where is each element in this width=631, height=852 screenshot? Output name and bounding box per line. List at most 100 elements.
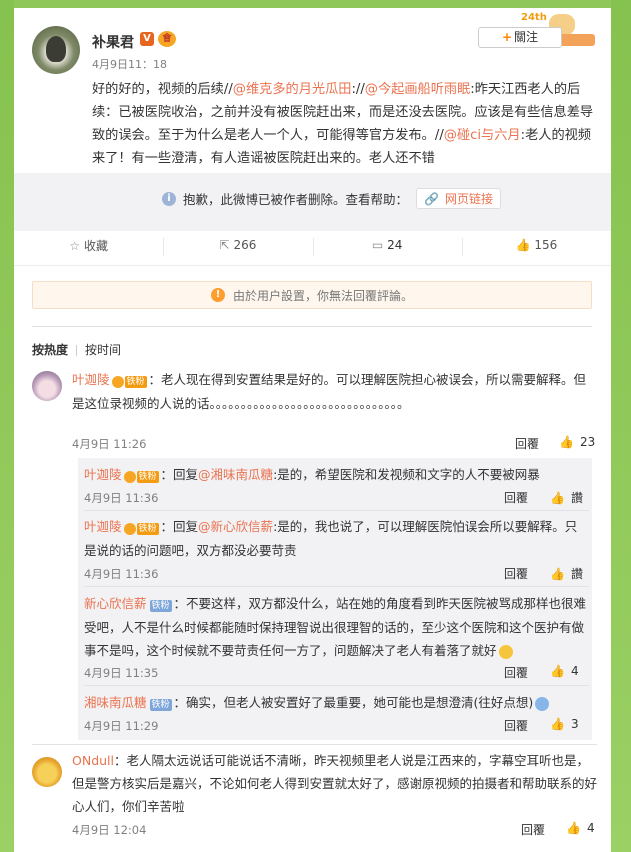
divider [76, 345, 78, 356]
replier-name[interactable]: 湘味南瓜糖 [84, 695, 147, 710]
emoji-icon [498, 644, 513, 659]
divider [84, 586, 589, 587]
content-text: 好的好的，视频的后续// [92, 82, 233, 97]
fan-badge: 铁粉 [149, 593, 172, 616]
reply-like-button[interactable]: 👍 3 [550, 717, 579, 731]
fan-badge-label: 铁粉 [136, 522, 159, 535]
author-avatar[interactable] [32, 26, 80, 74]
like-count: 156 [534, 238, 558, 252]
mention-link[interactable]: @今起画船听雨眠 [365, 82, 471, 97]
comment-like-count: 23 [579, 435, 596, 449]
reply-item: 叶迦陵 铁粉 ：回复@新心欣信薪:是的，我也说了，可以理解医院怕误会所以要解释。只是… [84, 515, 589, 562]
thumbs-up-icon: 👍 [559, 435, 574, 449]
reply-button[interactable]: 回覆 [504, 664, 528, 681]
comment-like-button[interactable]: 👍 4 [566, 821, 595, 835]
help-link[interactable]: 🔗 网页链接 [416, 188, 501, 209]
background-left [0, 0, 14, 852]
fan-badge: 铁粉 [111, 369, 147, 392]
replier-name[interactable]: 新心欣信薪 [84, 596, 147, 611]
favorite-label: 收藏 [84, 238, 109, 253]
mention-link[interactable]: @碰ci与六月 [444, 128, 521, 143]
divider [84, 685, 589, 686]
star-icon: ☆ [69, 238, 80, 253]
link-icon: 🔗 [424, 192, 439, 206]
reply-time: 4月9日 11:35 [84, 666, 159, 680]
comment-time: 4月9日 11:26 [72, 437, 147, 451]
mention-link[interactable]: @维克多的月光瓜田 [233, 82, 352, 97]
divider [14, 265, 611, 266]
sort-time-tab[interactable]: 按时间 [85, 343, 121, 357]
like-button[interactable]: 👍 156 [461, 238, 611, 256]
reply-button[interactable]: 回覆 [504, 489, 528, 506]
thumbs-up-icon: 👍 [550, 664, 565, 678]
fan-badge-label: 铁粉 [136, 470, 159, 483]
reply-time: 4月9日 11:29 [84, 719, 159, 733]
sort-tabs: 按热度 按时间 [32, 341, 121, 358]
comment-icon: ▭ [371, 238, 384, 252]
comment-count: 24 [387, 238, 403, 252]
reply-button[interactable]: 回覆 [521, 821, 545, 838]
reply-time: 4月9日 11:36 [84, 567, 159, 581]
reply-like-button[interactable]: 👍 讚 [550, 489, 583, 506]
mention-link[interactable]: @湘味南瓜糖 [198, 467, 273, 482]
comment-time: 4月9日 12:04 [72, 823, 147, 837]
vip-icon [123, 470, 136, 483]
post-content: 好的好的，视频的后续//@维克多的月光瓜田://@今起画船听雨眠:昨天江西老人的… [92, 78, 597, 170]
post-time[interactable]: 4月9日11：18 [92, 56, 167, 72]
reply-like-count: 4 [570, 664, 579, 678]
reply-text: :是的，希望医院和发视频和文字的人不要被网暴 [273, 467, 540, 482]
reply-prefix: ：回复 [160, 519, 199, 534]
divider [32, 744, 597, 745]
help-link-label: 网页链接 [444, 192, 493, 206]
reply-like-button[interactable]: 👍 讚 [550, 565, 583, 582]
repost-count: 266 [233, 238, 257, 252]
author-name[interactable]: 补果君 [92, 32, 134, 52]
warning-icon: ! [210, 288, 225, 302]
replier-name[interactable]: 叶迦陵 [84, 519, 122, 534]
commenter-name[interactable]: 叶迦陵 [72, 372, 110, 387]
reply-button[interactable]: 回覆 [504, 565, 528, 582]
reply-item: 新心欣信薪 铁粉 ：不要这样，双方都没什么，站在她的角度看到昨天医院被骂成那样也很难… [84, 592, 589, 662]
plus-icon: + [501, 30, 513, 44]
favorite-button[interactable]: ☆ 收藏 [14, 237, 163, 254]
repost-button[interactable]: ⇱ 266 [163, 238, 312, 256]
comment-like-button[interactable]: 👍 23 [559, 435, 595, 449]
reply-restricted-notice: ! 由於用户設置，你無法回覆評論。 [32, 281, 592, 309]
weibo-card: 补果君 V 會 4月9日11：18 24th + 關注 好的好的，视频的后续//@… [14, 8, 611, 852]
reply-button[interactable]: 回覆 [504, 717, 528, 734]
comment-text: ：老人现在得到安置结果是好的。可以理解医院担心被误会，所以需要解释。但是这位录视… [72, 372, 587, 411]
reply-text: ：确实，但老人被安置好了最重要，她可能也是想澄清(往好点想) [173, 695, 534, 710]
comment-text: ：老人隔太远说话可能说话不清晰，昨天视频里老人说是江西来的，字幕空耳听也是，但是… [72, 753, 598, 814]
repost-icon: ⇱ [219, 238, 230, 252]
commenter-avatar[interactable] [32, 371, 62, 401]
info-icon: i [162, 191, 176, 206]
divider [32, 326, 592, 327]
commenter-avatar[interactable] [32, 757, 62, 787]
commenter-name[interactable]: ONdull [72, 753, 114, 768]
deleted-repost-notice: i 抱歉，此微博已被作者删除。查看帮助： 🔗 网页链接 [14, 173, 611, 231]
action-bar: ☆ 收藏 ⇱ 266 ▭ 24 👍 156 [14, 231, 611, 259]
thumbs-up-icon: 👍 [566, 821, 581, 835]
reply-item: 湘味南瓜糖 铁粉 ：确实，但老人被安置好了最重要，她可能也是想澄清(往好点想) [84, 691, 589, 715]
follow-button[interactable]: + 關注 [478, 27, 562, 48]
thumbs-up-icon: 👍 [550, 567, 565, 581]
deleted-message: 抱歉，此微博已被作者删除。查看帮助： [183, 192, 409, 207]
post: 补果君 V 會 4月9日11：18 24th + 關注 好的好的，视频的后续//@… [14, 8, 611, 173]
decoration-label: 24th [521, 12, 547, 23]
reply-item: 叶迦陵 铁粉 ：回复@湘味南瓜糖:是的，希望医院和发视频和文字的人不要被网暴 [84, 463, 589, 487]
thumbs-up-icon: 👍 [515, 238, 531, 252]
content-text: :// [351, 82, 365, 97]
fan-badge: 铁粉 [123, 464, 159, 487]
replier-name[interactable]: 叶迦陵 [84, 467, 122, 482]
reply-like-button[interactable]: 👍 4 [550, 664, 579, 678]
thumbs-up-icon: 👍 [550, 491, 565, 505]
fan-badge-label: 铁粉 [149, 698, 172, 711]
mention-link[interactable]: @新心欣信薪 [198, 519, 273, 534]
divider [84, 510, 589, 511]
reply-button[interactable]: 回覆 [515, 435, 539, 452]
fan-badge: 铁粉 [123, 516, 159, 539]
sort-hot-tab[interactable]: 按热度 [32, 343, 68, 357]
fan-badge: 铁粉 [149, 692, 172, 715]
comment-button[interactable]: ▭ 24 [312, 238, 462, 256]
reply-time: 4月9日 11:36 [84, 491, 159, 505]
